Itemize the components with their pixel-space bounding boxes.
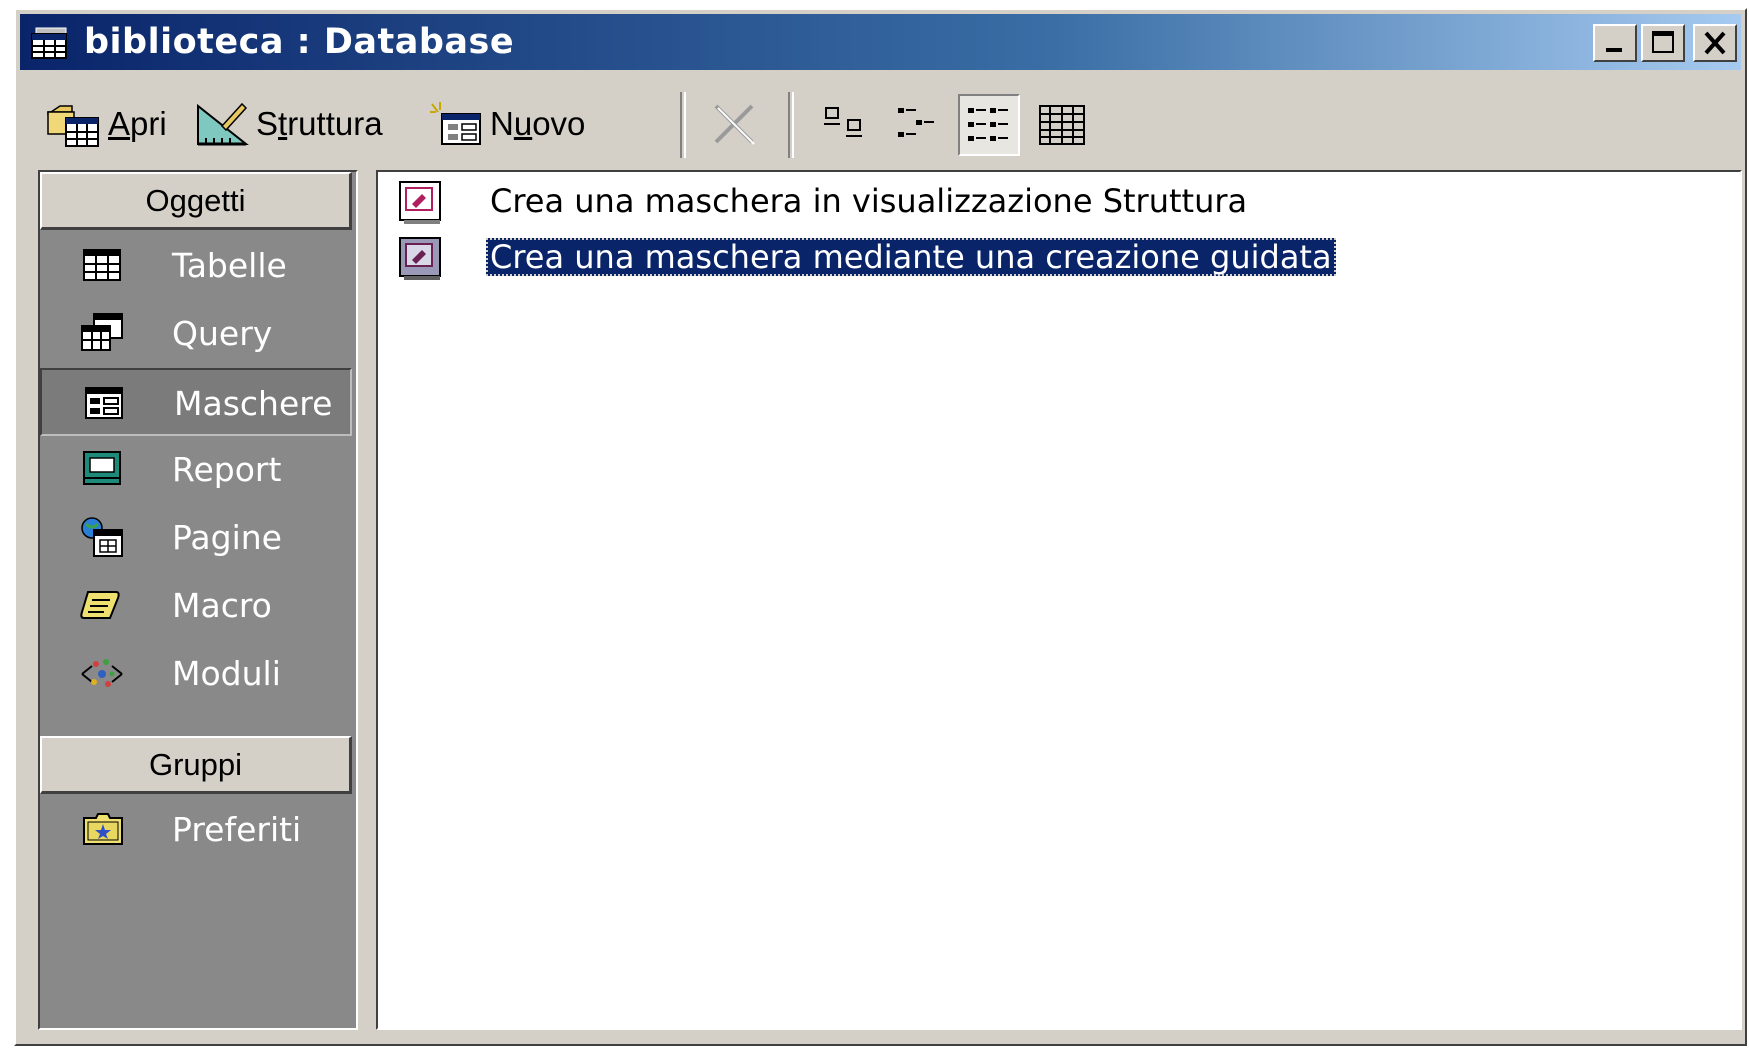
report-icon xyxy=(83,451,121,485)
design-button[interactable]: Struttura xyxy=(194,96,383,152)
maximize-icon xyxy=(1652,31,1674,53)
close-icon xyxy=(1704,31,1726,55)
toolbar-separator xyxy=(680,92,686,158)
objects-bar: Oggetti Tabelle Query Maschere Report Pa… xyxy=(38,170,358,1030)
sidebar-item-favorites[interactable]: Preferiti xyxy=(40,796,352,864)
design-icon xyxy=(197,102,249,146)
sidebar-item-macros[interactable]: Macro xyxy=(40,572,352,640)
macro-icon xyxy=(80,591,120,619)
design-button-label: Struttura xyxy=(256,105,383,142)
sidebar-item-label: Report xyxy=(172,450,282,489)
page-icon xyxy=(81,517,123,557)
minimize-button[interactable] xyxy=(1593,24,1637,62)
new-icon xyxy=(430,102,481,145)
close-button[interactable] xyxy=(1693,24,1737,62)
database-window: biblioteca : Database Apri Struttura Nuo… xyxy=(14,8,1747,1046)
list-view-icon xyxy=(968,108,1008,141)
module-icon xyxy=(81,659,123,687)
delete-icon xyxy=(714,104,755,145)
sidebar-item-tables[interactable]: Tabelle xyxy=(40,232,352,300)
database-window-icon xyxy=(31,27,67,59)
list-view-button[interactable] xyxy=(958,94,1020,156)
open-button-label: Apri xyxy=(108,105,167,142)
new-button-label: Nuovo xyxy=(490,105,586,142)
minimize-icon xyxy=(1606,48,1622,52)
large-icons-view-button[interactable] xyxy=(814,94,876,156)
toolbar-separator xyxy=(788,92,794,158)
favorites-icon xyxy=(83,813,123,845)
list-item-create-form-design[interactable]: Crea una maschera in visualizzazione Str… xyxy=(392,176,1392,232)
open-button[interactable]: Apri xyxy=(46,96,167,152)
query-icon xyxy=(81,313,123,351)
details-view-icon xyxy=(1039,105,1085,145)
small-icons-view-icon xyxy=(898,108,934,137)
small-icons-view-button[interactable] xyxy=(886,94,948,156)
table-icon xyxy=(83,249,121,281)
toolbar: Apri Struttura Nuovo xyxy=(20,82,1741,178)
open-icon xyxy=(47,105,99,147)
new-form-design-icon xyxy=(399,181,441,224)
groups-header[interactable]: Gruppi xyxy=(40,736,352,794)
sidebar-item-label: Preferiti xyxy=(172,810,302,849)
sidebar-item-modules[interactable]: Moduli xyxy=(40,640,352,708)
sidebar-item-label: Maschere xyxy=(174,384,333,423)
sidebar-item-label: Macro xyxy=(172,586,272,625)
sidebar-item-label: Pagine xyxy=(172,518,282,557)
maximize-button[interactable] xyxy=(1641,24,1685,62)
sidebar-item-forms[interactable]: Maschere xyxy=(40,368,352,436)
sidebar-item-reports[interactable]: Report xyxy=(40,436,352,504)
new-form-wizard-icon xyxy=(399,237,441,280)
objects-group-header[interactable]: Oggetti xyxy=(40,172,352,230)
title-bar[interactable]: biblioteca : Database xyxy=(20,14,1741,70)
sidebar-item-label: Query xyxy=(172,314,273,353)
sidebar-item-pages[interactable]: Pagine xyxy=(40,504,352,572)
sidebar-item-label: Tabelle xyxy=(172,246,287,285)
window-title: biblioteca : Database xyxy=(84,22,515,62)
list-item-text: Crea una maschera mediante una creazione… xyxy=(486,238,1336,276)
list-item-create-form-wizard[interactable]: Crea una maschera mediante una creazione… xyxy=(392,232,1492,288)
objects-list: Crea una maschera in visualizzazione Str… xyxy=(376,170,1742,1030)
large-icons-view-icon xyxy=(824,107,862,137)
form-icon xyxy=(85,387,123,419)
sidebar-item-queries[interactable]: Query xyxy=(40,300,352,368)
sidebar-item-label: Moduli xyxy=(172,654,281,693)
new-button[interactable]: Nuovo xyxy=(428,96,585,152)
delete-button[interactable] xyxy=(706,96,762,152)
details-view-button[interactable] xyxy=(1030,94,1092,156)
list-item-text: Crea una maschera in visualizzazione Str… xyxy=(490,182,1248,220)
